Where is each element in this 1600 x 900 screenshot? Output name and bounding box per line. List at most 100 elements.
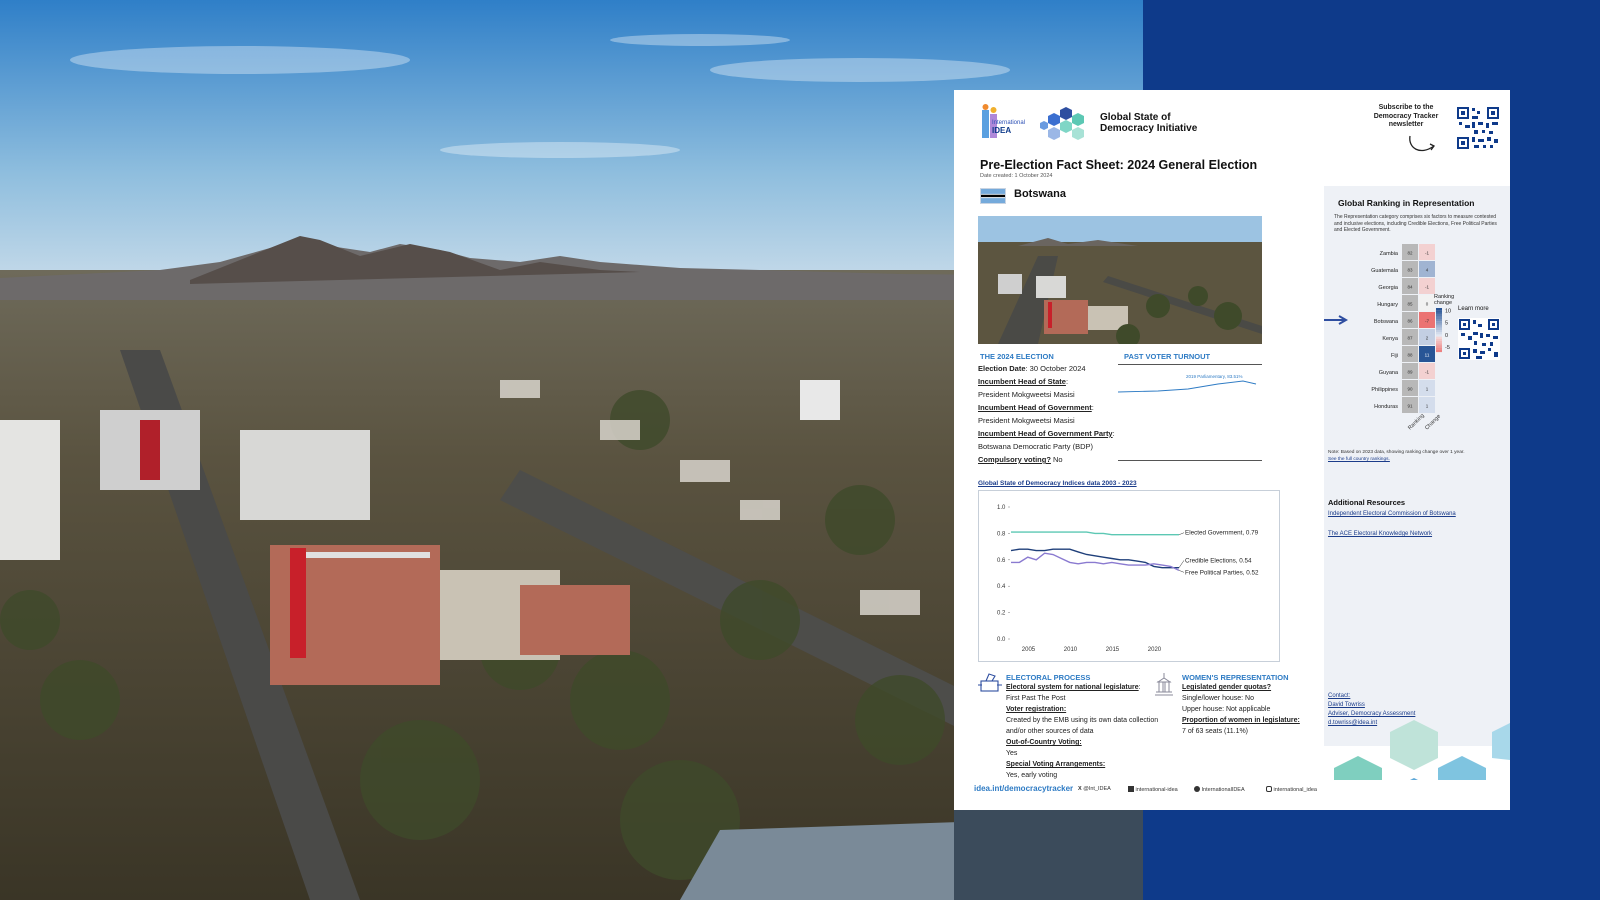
country-photo xyxy=(978,216,1262,344)
x-handle-text: @Int_IDEA xyxy=(1083,786,1111,792)
legend-swatch xyxy=(1436,319,1442,322)
fact-value: President Mokgweetsi Masisi xyxy=(978,416,1075,425)
legend-swatch xyxy=(1436,310,1442,313)
fact-label: Special Voting Arrangements: xyxy=(1006,761,1106,768)
electoral-facts: Electoral system for national legislatur… xyxy=(1006,682,1166,781)
subscribe-text[interactable]: Subscribe to the Democracy Tracker newsl… xyxy=(1366,104,1446,130)
legend-swatch xyxy=(1436,308,1442,311)
section-2024-election: THE 2024 ELECTION xyxy=(980,352,1054,361)
fact-label: Proportion of women in legislature: xyxy=(1182,717,1300,724)
fact-line: Botswana Democratic Party (BDP) xyxy=(978,440,1128,453)
ballot-box-icon xyxy=(978,673,1002,692)
column-label: Ranking xyxy=(1407,413,1426,432)
newsletter-qr-code-icon[interactable] xyxy=(1456,106,1500,150)
fact-line: Incumbent Head of Government Party: xyxy=(978,427,1128,440)
fact-line: Created by the EMB using its own data co… xyxy=(1006,717,1159,735)
fact-value: : xyxy=(1065,377,1069,386)
instagram-icon xyxy=(1266,786,1272,792)
ranking-value: 84 xyxy=(1407,285,1413,290)
legend-swatch xyxy=(1436,316,1442,320)
legend-swatch xyxy=(1436,327,1442,331)
fact-label: Electoral system for national legislatur… xyxy=(1006,684,1139,691)
instagram-handle-text: international_idea xyxy=(1273,787,1317,793)
fact-line: President Mokgweetsi Masisi xyxy=(978,388,1128,401)
fact-label: Incumbent Head of State xyxy=(978,377,1066,386)
iec-botswana-link[interactable]: Independent Electoral Commission of Bots… xyxy=(1328,510,1468,518)
ranking-value: 82 xyxy=(1407,251,1413,256)
country-name: Botswana xyxy=(1014,188,1066,200)
tracker-url-link[interactable]: idea.int/democracytracker xyxy=(974,784,1073,793)
fact-label: Election Date xyxy=(978,364,1026,373)
fact-label: Voter registration: xyxy=(1006,706,1067,713)
fact-line: Incumbent Head of State: xyxy=(978,375,1128,388)
linkedin-handle[interactable]: international-idea xyxy=(1128,786,1178,793)
contact-label: Contact: xyxy=(1328,693,1351,699)
row-label: Philippines xyxy=(1371,387,1398,393)
series-label: Credible Elections, 0.54 xyxy=(1185,557,1252,564)
legend-swatch xyxy=(1436,323,1442,326)
label-leader xyxy=(1178,560,1185,568)
date-created: Date created: 1 October 2024 xyxy=(980,173,1053,179)
series-label: Free Political Parties, 0.52 xyxy=(1185,569,1259,576)
row-label: Guyana xyxy=(1379,370,1399,376)
divider xyxy=(1118,460,1262,461)
facebook-handle[interactable]: InternationalIDEA xyxy=(1194,786,1245,793)
fact-value: : xyxy=(1091,403,1094,412)
change-value: 11 xyxy=(1425,353,1430,358)
linkedin-icon xyxy=(1128,786,1134,792)
parliament-building-icon xyxy=(1155,673,1173,696)
fact-line: 7 of 63 seats (11.1%) xyxy=(1182,728,1249,735)
fact-label: Incumbent Head of Government Party xyxy=(978,429,1113,438)
curved-arrow-icon xyxy=(1409,135,1435,152)
ranking-title: Global Ranking in Representation xyxy=(1338,198,1475,208)
ranking-value: 87 xyxy=(1407,336,1413,341)
change-value: -1 xyxy=(1425,285,1429,290)
fact-line: Yes xyxy=(1006,750,1018,757)
x-tick-label: 2005 xyxy=(1022,647,1036,653)
fact-sheet: International IDEA Global State of Democ… xyxy=(954,90,1510,810)
ranking-description: The Representation category comprises si… xyxy=(1334,214,1497,233)
ranking-value: 86 xyxy=(1407,319,1413,324)
fact-value: President Mokgweetsi Masisi xyxy=(978,390,1075,399)
indices-chart: 0.0 0.2 0.4 0.6 0.8 1.0 2005 2010 2015 2020 Electe… xyxy=(978,490,1280,662)
learn-more-label[interactable]: Learn more xyxy=(1458,306,1489,312)
label-leader xyxy=(1178,532,1185,535)
ranking-value: 89 xyxy=(1407,370,1413,375)
x-icon: X xyxy=(1078,786,1082,792)
ace-network-link[interactable]: The ACE Electoral Knowledge Network xyxy=(1328,530,1468,538)
ranking-note: Note: Based on 2023 data, showing rankin… xyxy=(1328,450,1498,463)
legend-swatch xyxy=(1436,336,1442,339)
legend-swatch xyxy=(1436,321,1442,324)
full-rankings-link[interactable]: See the full country rankings. xyxy=(1328,457,1498,464)
y-tick-label: 1.0 xyxy=(997,505,1006,511)
legend-tick: 5 xyxy=(1445,321,1448,327)
fact-line: First Past The Post xyxy=(1006,695,1066,702)
row-label: Georgia xyxy=(1378,285,1399,291)
indices-chart-title[interactable]: Global State of Democracy Indices data 2… xyxy=(978,480,1137,487)
legend-swatch xyxy=(1436,314,1442,317)
column-label: Change xyxy=(1424,414,1442,432)
idea-name: IDEA xyxy=(992,126,1012,135)
x-handle[interactable]: X @Int_IDEA xyxy=(1078,786,1111,792)
x-tick-label: 2020 xyxy=(1148,647,1162,653)
legend-swatch xyxy=(1436,347,1442,350)
change-value: -7 xyxy=(1425,319,1429,324)
contact-role: Adviser, Democracy Assessment xyxy=(1328,711,1416,717)
fact-line: Single/lower house: No xyxy=(1182,695,1254,702)
row-label: Zambia xyxy=(1380,251,1399,257)
facebook-handle-text: InternationalIDEA xyxy=(1201,787,1245,793)
fact-line: Election Date: 30 October 2024 xyxy=(978,362,1128,375)
section-womens-representation: WOMEN'S REPRESENTATION xyxy=(1182,673,1289,682)
row-label: Kenya xyxy=(1382,336,1399,342)
row-label: Hungary xyxy=(1377,302,1398,308)
legend-tick: 0 xyxy=(1445,333,1448,339)
fact-label: Legislated gender quotas? xyxy=(1182,684,1272,691)
legend-tick: 10 xyxy=(1445,308,1451,314)
initiative-title: Global State of Democracy Initiative xyxy=(1100,112,1198,134)
turnout-line xyxy=(1118,380,1257,393)
instagram-handle[interactable]: international_idea xyxy=(1266,786,1317,793)
turnout-chart: 2019 Parliamentary, 83.51% xyxy=(1118,374,1257,393)
ranking-value: 91 xyxy=(1407,404,1413,409)
learn-more-qr-code-icon[interactable] xyxy=(1458,318,1500,360)
legend-title: change xyxy=(1434,300,1452,306)
